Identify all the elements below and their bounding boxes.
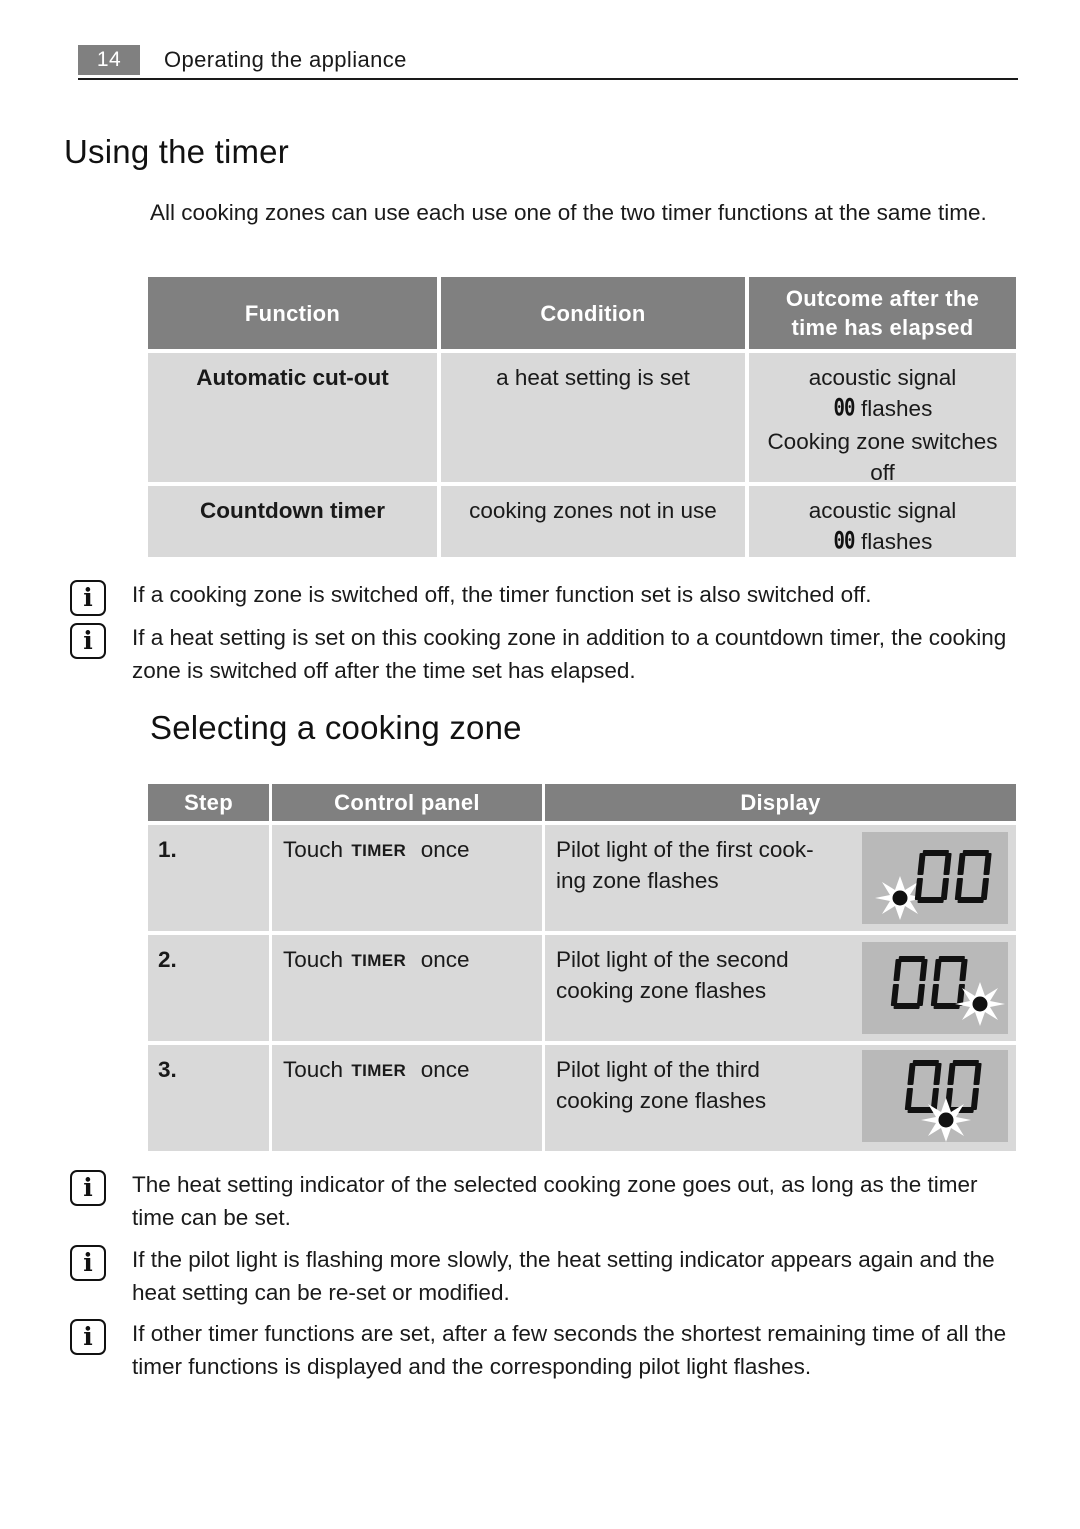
info-icon: i [70, 1319, 106, 1355]
intro-paragraph: All cooking zones can use each use one o… [150, 200, 987, 225]
touch-label: Touch [283, 947, 344, 972]
outcome-line-1: acoustic signal [808, 365, 957, 390]
table1-row2-condition: cooking zones not in use [441, 486, 745, 557]
display-graphic-step-2 [862, 942, 1008, 1034]
table1-header-outcome: Outcome after the time has elapsed [749, 277, 1016, 349]
segment-digits: 00 [833, 525, 855, 555]
info-icon: i [70, 623, 106, 659]
info-note-3: i The heat setting indicator of the sele… [70, 1168, 1018, 1234]
info-note-2-text: If a heat setting is set on this cooking… [132, 625, 1007, 683]
document-page: 14 Operating the appliance Using the tim… [0, 0, 1080, 1529]
timer-key-label: TIMER [351, 1061, 407, 1080]
table2-row1-control-panel: Touch TIMER once [272, 825, 542, 931]
outcome-line-4: off [870, 460, 895, 482]
seven-segment-digits [914, 850, 992, 903]
timer-key-label: TIMER [351, 951, 407, 970]
info-icon: i [70, 580, 106, 616]
info-icon: i [70, 1245, 106, 1281]
table1-header-condition: Condition [441, 277, 745, 349]
info-note-2: i If a heat setting is set on this cooki… [70, 621, 1018, 687]
touch-label: Touch [283, 1057, 344, 1082]
info-note-3-text: The heat setting indicator of the select… [132, 1172, 978, 1230]
heading-selecting-a-cooking-zone: Selecting a cooking zone [150, 709, 522, 746]
table1-row1-condition: a heat setting is set [441, 353, 745, 482]
table1-header-function: Function [148, 277, 437, 349]
table2-row2-control-panel: Touch TIMER once [272, 935, 542, 1041]
once-label: once [420, 837, 470, 862]
outcome-line-3: Cooking zone switches [767, 429, 998, 454]
running-header-title: Operating the appliance [164, 47, 407, 72]
table2-header-step: Step [148, 784, 269, 821]
table1-row2-function: Countdown timer [148, 486, 437, 557]
info-note-1-text: If a cooking zone is switched off, the t… [132, 582, 872, 607]
pilot-light-burst [955, 982, 1005, 1026]
pilot-light-burst [921, 1098, 971, 1142]
display-graphic-step-1 [862, 832, 1008, 924]
table2-row2-step: 2. [148, 935, 269, 1041]
info-note-4: i If the pilot light is flashing more sl… [70, 1243, 1018, 1309]
outcome-seg-suffix: flashes [861, 529, 933, 554]
outcome-line-1: acoustic signal [808, 498, 957, 523]
outcome-seg-suffix: flashes [861, 396, 933, 421]
info-note-5-text: If other timer functions are set, after … [132, 1321, 1007, 1379]
page-number-badge: 14 [78, 45, 140, 75]
table1-row1-function: Automatic cut-out [148, 353, 437, 482]
heading-using-the-timer: Using the timer [64, 133, 289, 170]
seven-segment-digits [890, 956, 968, 1009]
display-graphic-step-3 [862, 1050, 1008, 1142]
table2-row1-step: 1. [148, 825, 269, 931]
info-icon: i [70, 1170, 106, 1206]
table1-row2-outcome: acoustic signal 00 flashes [749, 486, 1016, 557]
running-header: 14 Operating the appliance [78, 40, 1018, 80]
info-note-1: i If a cooking zone is switched off, the… [70, 578, 1018, 616]
table2-header-control-panel: Control panel [272, 784, 542, 821]
info-note-5: i If other timer functions are set, afte… [70, 1317, 1018, 1383]
segment-digits: 00 [833, 392, 855, 422]
timer-key-label: TIMER [351, 841, 407, 860]
header-rule [78, 78, 1018, 80]
once-label: once [420, 1057, 470, 1082]
seven-segment-digits [904, 1060, 982, 1113]
table2-row3-control-panel: Touch TIMER once [272, 1045, 542, 1151]
table2-header-display: Display [545, 784, 1016, 821]
info-note-4-text: If the pilot light is flashing more slow… [132, 1247, 995, 1305]
table2-row3-step: 3. [148, 1045, 269, 1151]
once-label: once [420, 947, 470, 972]
touch-label: Touch [283, 837, 344, 862]
table1-row1-outcome: acoustic signal 00 flashes Cooking zone … [749, 353, 1016, 482]
